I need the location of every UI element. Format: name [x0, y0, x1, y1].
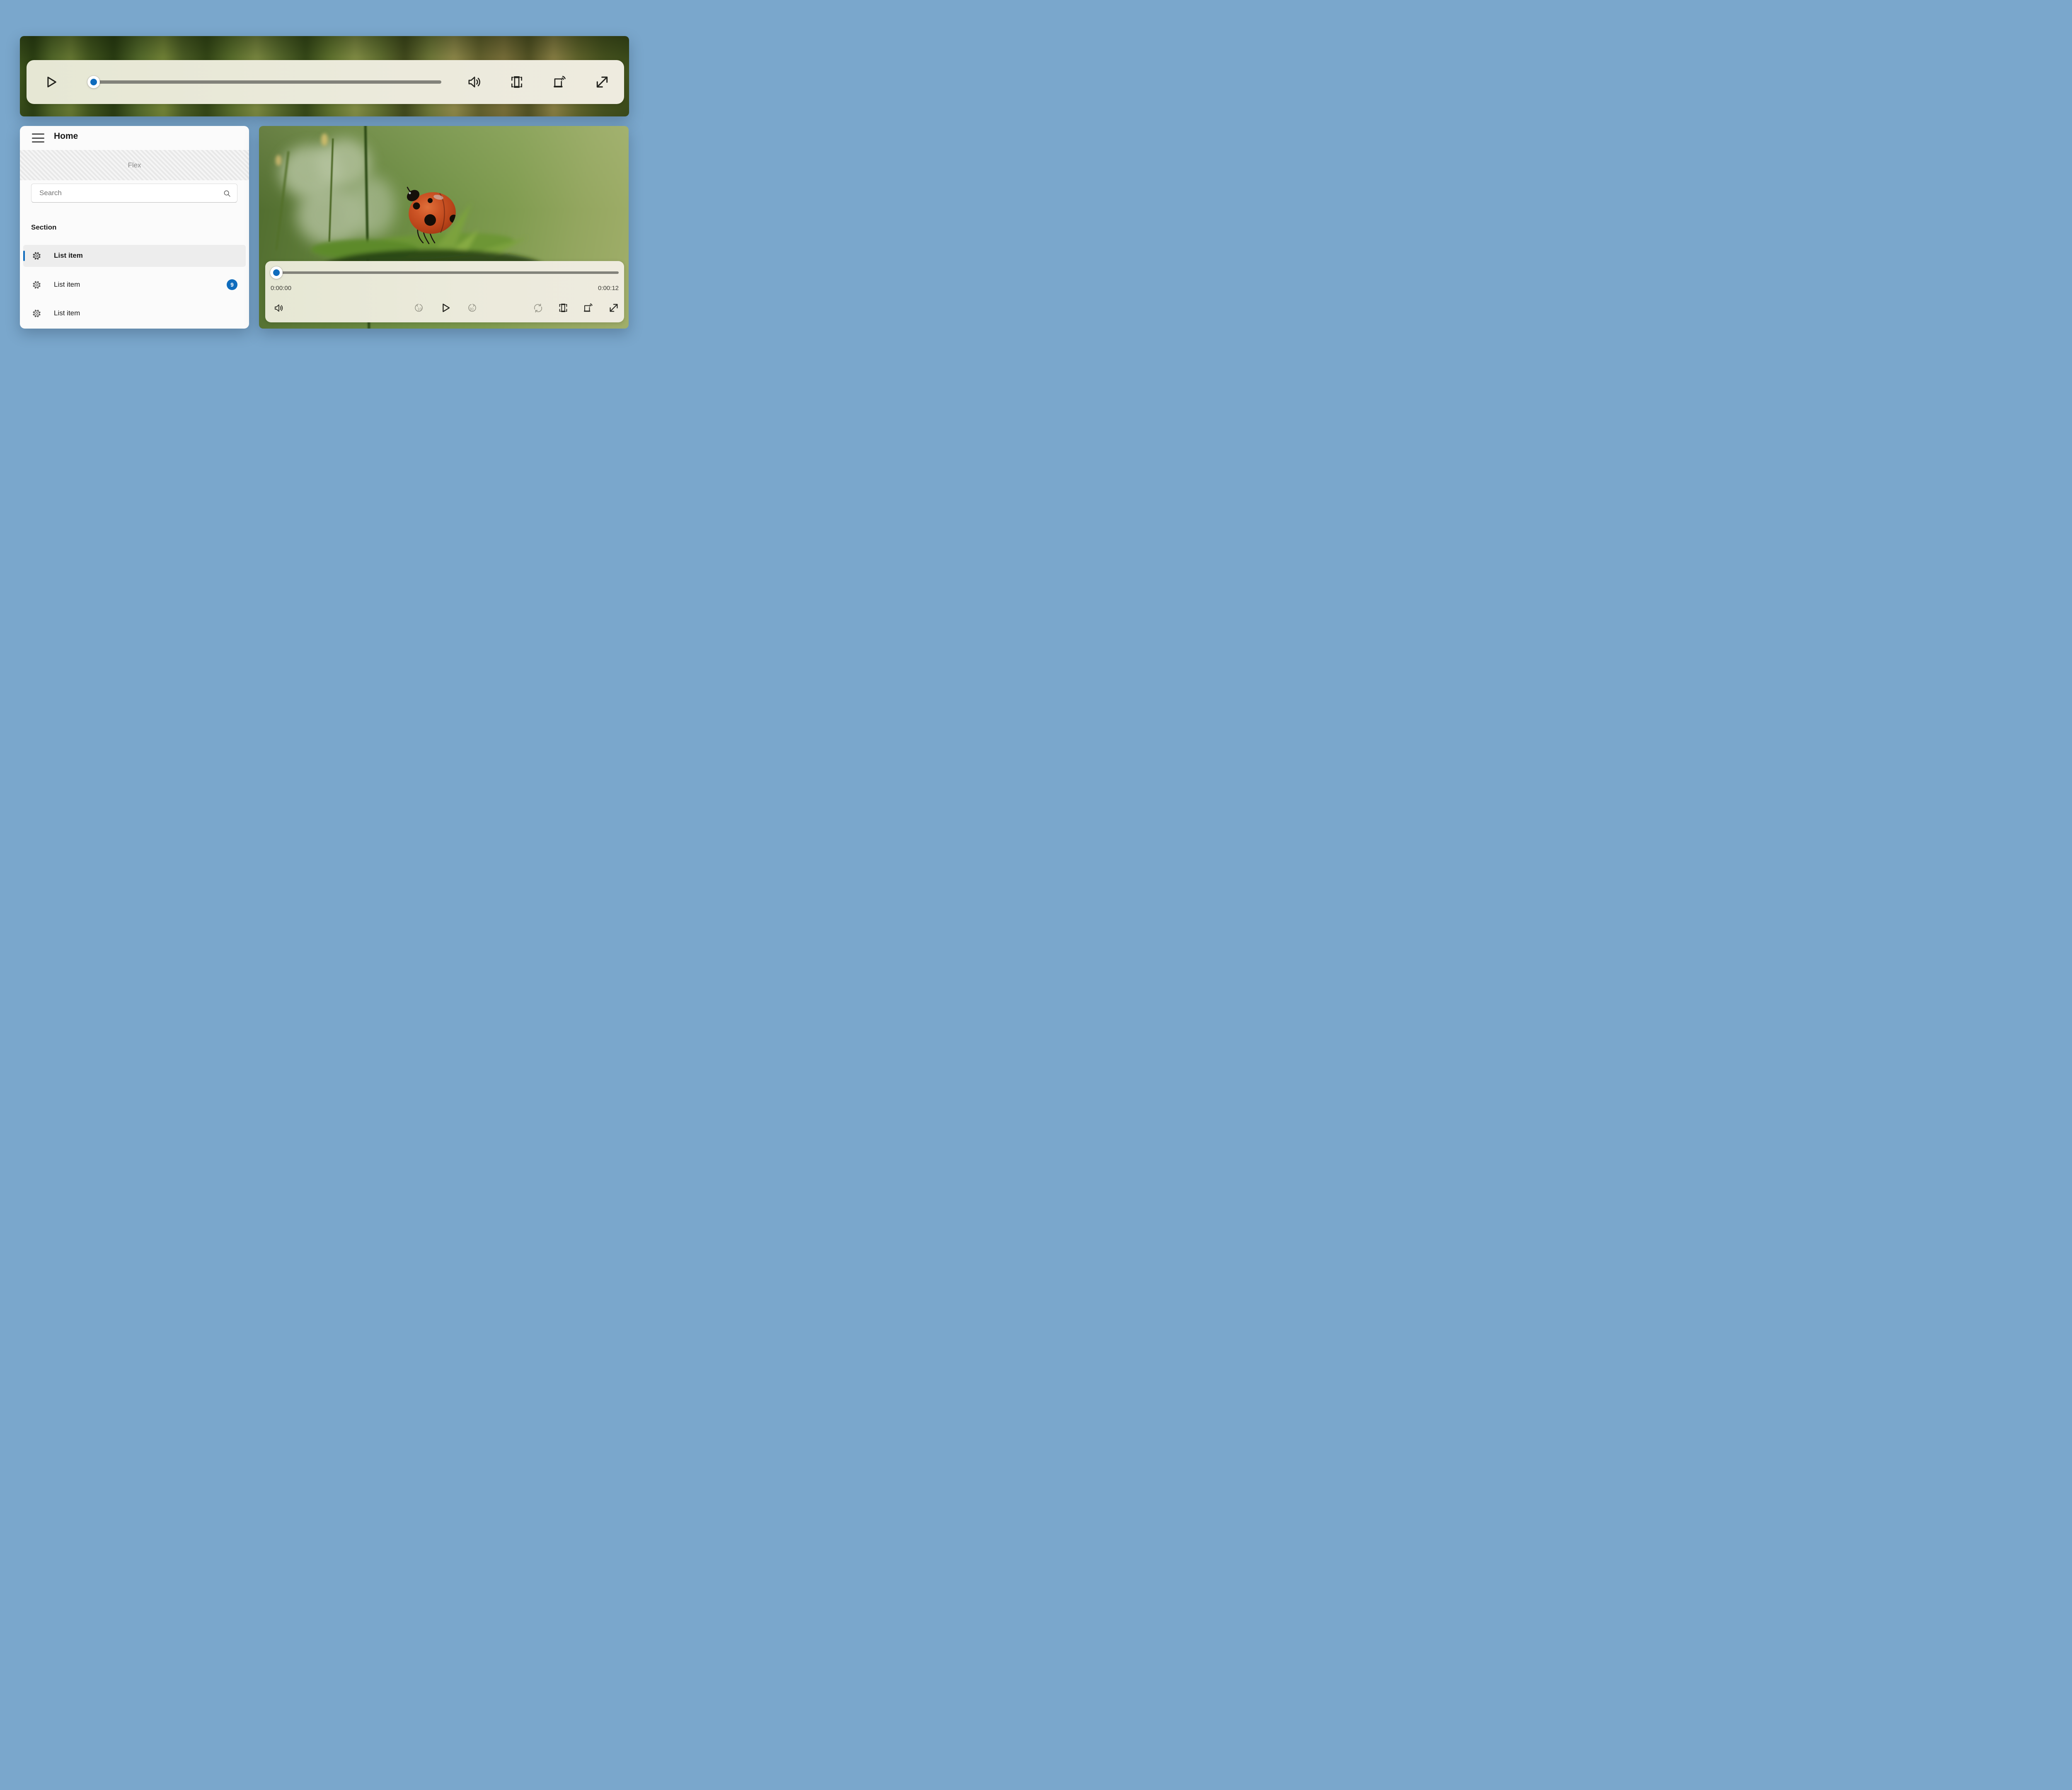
notification-badge: 9 [227, 279, 237, 290]
seek-track[interactable] [276, 271, 619, 274]
cast-button[interactable] [580, 300, 596, 316]
hamburger-menu-button[interactable] [31, 132, 46, 145]
top-video-player [20, 36, 629, 116]
cast-icon [583, 302, 593, 313]
repeat-button[interactable] [530, 300, 546, 316]
fullscreen-button[interactable] [605, 300, 622, 316]
list-item-label: List item [54, 252, 83, 260]
fullscreen-icon [608, 302, 619, 313]
video-player: 0:00:00 0:00:12 10 [259, 126, 629, 329]
seek-thumb[interactable] [87, 76, 100, 88]
play-button[interactable] [42, 73, 60, 91]
skip-back-icon: 10 [414, 302, 425, 314]
play-icon [43, 74, 59, 90]
media-controls-bar [27, 60, 624, 104]
cast-icon [552, 75, 567, 90]
flex-pane-label: Flex [128, 161, 141, 169]
volume-icon [467, 74, 483, 90]
search-icon [223, 190, 231, 197]
gear-icon [32, 252, 41, 260]
volume-button[interactable] [271, 300, 287, 316]
section-header: Section [31, 223, 56, 232]
flex-pane: Flex [20, 150, 249, 180]
gear-icon [32, 281, 41, 289]
media-controls-panel: 0:00:00 0:00:12 10 [265, 261, 624, 322]
volume-icon [274, 302, 285, 314]
repeat-icon [533, 302, 544, 314]
total-duration: 0:00:12 [598, 285, 619, 292]
fullscreen-button[interactable] [593, 73, 611, 91]
list-item[interactable]: List item [23, 302, 246, 324]
cast-button[interactable] [550, 73, 569, 91]
fullscreen-icon [595, 75, 610, 90]
list-item[interactable]: List item [23, 245, 246, 267]
skip-back-button[interactable]: 10 [411, 300, 428, 316]
navigation-panel: Home Flex Section List item [20, 126, 249, 329]
seek-thumb[interactable] [270, 266, 283, 279]
list-item-label: List item [54, 281, 80, 289]
miniplayer-icon [558, 302, 569, 313]
selection-indicator [23, 251, 25, 261]
miniplayer-button[interactable] [555, 300, 571, 316]
miniplayer-button[interactable] [508, 73, 526, 91]
miniplayer-icon [509, 75, 524, 90]
search-input[interactable] [31, 184, 237, 202]
elapsed-time: 0:00:00 [271, 285, 291, 292]
skip-forward-button[interactable]: 30 [463, 300, 479, 316]
page-title: Home [54, 131, 78, 141]
list-item-label: List item [54, 309, 80, 317]
seek-track[interactable] [94, 80, 441, 84]
search-box [31, 184, 237, 203]
svg-text:10: 10 [417, 307, 421, 311]
gear-icon [32, 309, 41, 318]
play-button[interactable] [437, 300, 454, 316]
svg-text:30: 30 [469, 307, 473, 311]
hamburger-icon [32, 133, 44, 135]
list-item[interactable]: List item 9 [23, 274, 246, 296]
play-icon [439, 302, 452, 314]
skip-forward-icon: 30 [466, 302, 477, 314]
volume-button[interactable] [466, 73, 484, 91]
